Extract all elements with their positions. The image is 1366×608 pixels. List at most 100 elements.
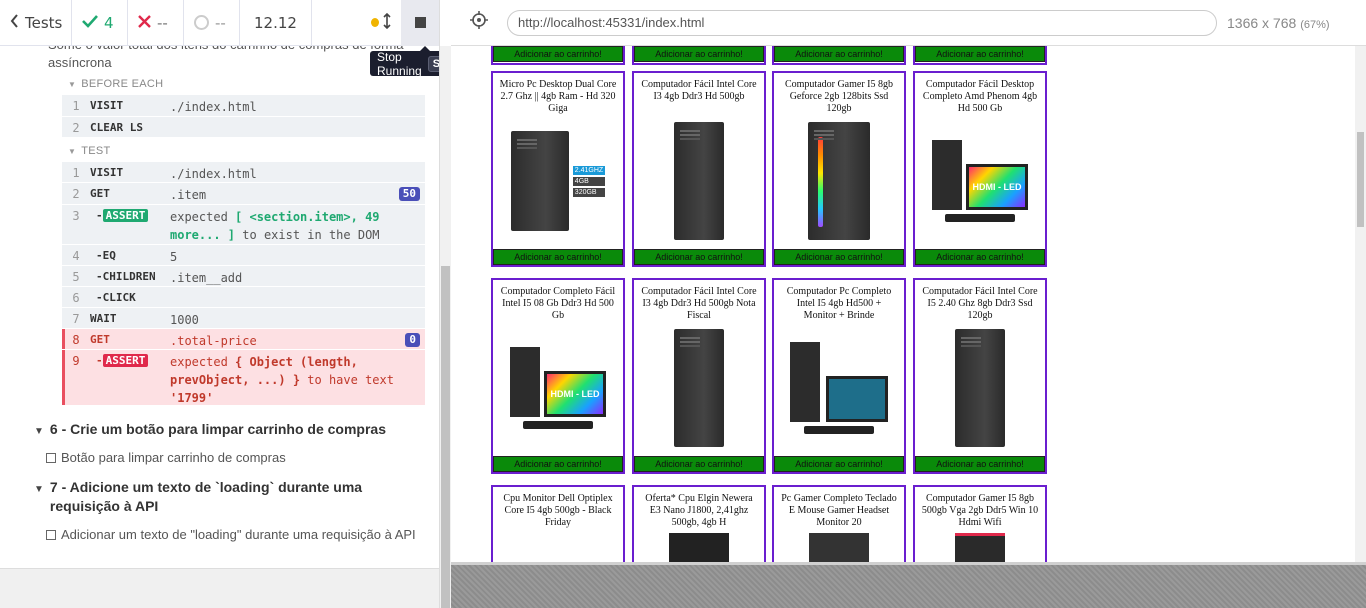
stop-button[interactable] [401, 0, 439, 46]
command-message: expected [ <section.item>, 49 more... ] … [170, 205, 425, 244]
add-to-cart-button[interactable]: Adicionar ao carrinho! [634, 46, 764, 62]
command-message: 1000 [170, 313, 199, 327]
product-card: Computador Fácil Intel Core I3 4gb Ddr3 … [632, 278, 766, 474]
before-each-hook[interactable]: ▼ BEFORE EACH [68, 78, 163, 90]
product-title: Computador Completo Fácil Intel I5 08 Gb… [500, 286, 616, 321]
command-number: 4 [72, 249, 80, 263]
caret-down-icon: ▼ [68, 146, 77, 156]
command-number: 6 [72, 291, 80, 305]
tests-back-button[interactable]: Tests [0, 0, 72, 46]
test-item[interactable]: Botão para limpar carrinho de compras [46, 449, 416, 467]
command-number: 3 [72, 209, 80, 223]
chevron-left-icon [10, 13, 19, 32]
product-card: Computador Gamer I5 8gb Geforce 2gb 128b… [772, 71, 906, 267]
product-title: Computador Fácil Intel Core I3 4gb Ddr3 … [641, 79, 757, 102]
product-title: Computador Gamer I5 8gb 500gb Vga 2gb Dd… [921, 493, 1039, 528]
command-name: -CLICK [96, 291, 136, 304]
assert-badge: ASSERT [102, 354, 149, 367]
command-name: - ASSERT [90, 205, 170, 244]
pc-tower-icon [510, 347, 540, 417]
command-name: VISIT [90, 166, 124, 179]
add-to-cart-button[interactable]: Adicionar ao carrinho! [634, 456, 764, 472]
add-to-cart-button[interactable]: Adicionar ao carrinho! [493, 456, 623, 472]
product-image [774, 320, 904, 456]
product-card: Adicionar ao carrinho! [772, 46, 906, 65]
add-to-cart-button[interactable]: Adicionar ao carrinho! [493, 46, 623, 62]
add-to-cart-button[interactable]: Adicionar ao carrinho! [915, 456, 1045, 472]
scrollbar-thumb[interactable] [441, 266, 450, 608]
product-image [774, 113, 904, 249]
viewport-info: 1366 x 768 (67%) [1227, 15, 1330, 31]
add-to-cart-button[interactable]: Adicionar ao carrinho! [774, 249, 904, 265]
test-title: Botão para limpar carrinho de compras [61, 450, 286, 465]
product-title: Oferta* Cpu Elgin Newera E3 Nano J1800, … [645, 493, 753, 528]
command-row[interactable]: 1 VISIT ./index.html [62, 95, 425, 117]
x-icon [138, 14, 151, 32]
suite-item[interactable]: ▼ 6 - Crie um botão para limpar carrinho… [34, 420, 424, 441]
pending-stat: -- [184, 0, 240, 46]
product-card: Pc Gamer Completo Teclado E Mouse Gamer … [772, 485, 906, 562]
test-item[interactable]: Adicionar um texto de "loading" durante … [46, 526, 416, 544]
assert-badge: ASSERT [102, 209, 149, 222]
viewport-size: 1366 x 768 [1227, 14, 1297, 31]
command-message: ./index.html [170, 100, 257, 114]
assert-value-expected: '1799' [170, 391, 214, 405]
pc-tower-icon [955, 533, 1005, 562]
header-spacer [312, 0, 361, 46]
command-row[interactable]: 3 - ASSERT expected [ <section.item>, 49 … [62, 205, 425, 245]
command-message [170, 117, 425, 137]
reporter-scrollbar[interactable] [440, 46, 451, 608]
passed-count: 4 [104, 13, 114, 32]
command-name: GET [90, 187, 110, 200]
scrollbar-thumb[interactable] [1357, 132, 1364, 227]
product-card: Computador Fácil Desktop Completo Amd Ph… [913, 71, 1047, 267]
suite-title: 6 - Crie um botão para limpar carrinho d… [49, 421, 386, 437]
product-title: Computador Fácil Intel Core I5 2.40 Ghz … [922, 286, 1038, 321]
caret-down-icon: ▼ [68, 79, 77, 89]
command-row[interactable]: 5 -CHILDREN .item__add [62, 266, 425, 287]
assert-suffix: to have text [307, 373, 394, 387]
add-to-cart-button[interactable]: Adicionar ao carrinho! [774, 46, 904, 62]
auto-scroll-toggle[interactable] [361, 0, 401, 46]
add-to-cart-button[interactable]: Adicionar ao carrinho! [774, 456, 904, 472]
command-number: 1 [72, 99, 80, 113]
command-row[interactable]: 2 GET .item 50 [62, 183, 425, 205]
current-test-title[interactable]: Some o valor total dos itens do carrinho… [48, 46, 408, 72]
command-row[interactable]: 6 -CLICK [62, 287, 425, 308]
test-hook[interactable]: ▼ TEST [68, 145, 111, 157]
viewport-scale: (67%) [1300, 18, 1330, 31]
gamer-pc-icon [808, 122, 870, 240]
tooltip-text: Stop Running [377, 49, 422, 78]
aut-scrollbar[interactable] [1355, 46, 1366, 562]
add-to-cart-button[interactable]: Adicionar ao carrinho! [493, 249, 623, 265]
command-row[interactable]: 1 VISIT ./index.html [62, 162, 425, 183]
stop-icon [414, 14, 426, 32]
add-to-cart-button[interactable]: Adicionar ao carrinho! [915, 46, 1045, 62]
url-bar[interactable]: http://localhost:45331/index.html [507, 9, 1217, 36]
command-name: - ASSERT [90, 350, 170, 405]
product-image [915, 320, 1045, 456]
command-row[interactable]: 7 WAIT 1000 [62, 308, 425, 329]
product-card: Adicionar ao carrinho! [913, 46, 1047, 65]
aut-iframe: Adicionar ao carrinho! Adicionar ao carr… [451, 46, 1366, 562]
product-image: HDMI - LED [915, 113, 1045, 249]
product-title: Cpu Monitor Dell Optiplex Core I5 4gb 50… [503, 493, 613, 528]
spec-badges: 2.41GHZ 4GB 320GB [572, 165, 606, 197]
duration: 12.12 [240, 0, 312, 46]
product-card: Oferta* Cpu Elgin Newera E3 Nano J1800, … [632, 485, 766, 562]
command-row[interactable]: 4 -EQ 5 [62, 245, 425, 266]
pc-tower-icon [510, 131, 569, 231]
reporter-body: Some o valor total dos itens do carrinho… [0, 46, 426, 568]
add-to-cart-button[interactable]: Adicionar ao carrinho! [915, 249, 1045, 265]
stop-running-tooltip: Stop Running S [370, 46, 439, 78]
pending-square-icon [46, 453, 56, 463]
command-message: 5 [170, 250, 178, 264]
command-row-failed[interactable]: 9 - ASSERT expected { Object (length, pre… [62, 350, 425, 406]
command-number: 7 [72, 312, 80, 326]
suite-item[interactable]: ▼ 7 - Adicione um texto de `loading` dur… [34, 478, 424, 516]
command-row[interactable]: 2 CLEAR LS [62, 117, 425, 138]
add-to-cart-button[interactable]: Adicionar ao carrinho! [634, 249, 764, 265]
command-row-failed[interactable]: 8 GET .total-price 0 [62, 329, 425, 350]
keyboard-icon [523, 421, 593, 429]
selector-playground-button[interactable] [451, 11, 507, 34]
